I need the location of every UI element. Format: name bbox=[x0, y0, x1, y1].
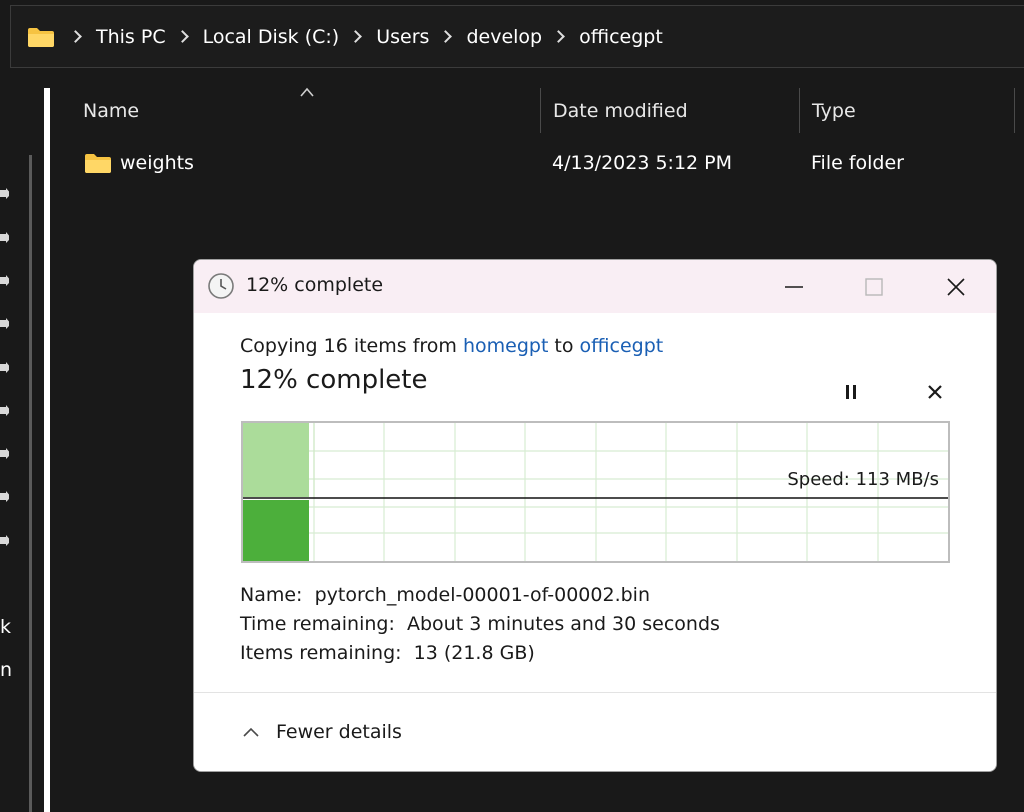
dialog-titlebar[interactable]: 12% complete bbox=[194, 260, 996, 313]
file-row[interactable]: weights 4/13/2023 5:12 PM File folder bbox=[84, 140, 1024, 186]
chevron-up-icon bbox=[243, 727, 259, 737]
nav-item-fragment[interactable]: n bbox=[0, 659, 12, 681]
progress-fill-dark bbox=[243, 500, 309, 561]
chevron-right-icon bbox=[439, 30, 453, 43]
pin-icon bbox=[0, 232, 9, 245]
copy-summary-prefix: Copying 16 items from bbox=[240, 335, 463, 357]
folder-icon bbox=[28, 27, 54, 47]
pause-icon bbox=[846, 385, 856, 399]
column-header-date-modified[interactable]: Date modified bbox=[553, 88, 798, 133]
file-type: File folder bbox=[811, 152, 904, 174]
pin-icon bbox=[0, 405, 9, 418]
chevron-right-icon bbox=[175, 30, 189, 43]
detail-name: Name: pytorch_model-00001-of-00002.bin bbox=[240, 584, 650, 606]
address-bar[interactable]: This PC Local Disk (C:) Users develop of… bbox=[10, 5, 1024, 68]
transfer-speed-graph: Speed: 113 MB/s bbox=[241, 421, 950, 563]
column-divider[interactable] bbox=[1014, 88, 1015, 133]
cancel-icon bbox=[928, 385, 942, 399]
fewer-details-label: Fewer details bbox=[276, 721, 402, 743]
progress-fill-light bbox=[243, 423, 309, 497]
pin-icon bbox=[0, 318, 9, 331]
pin-icon bbox=[0, 188, 9, 201]
breadcrumb-local-disk[interactable]: Local Disk (C:) bbox=[203, 26, 340, 48]
column-divider[interactable] bbox=[799, 88, 800, 133]
close-icon bbox=[947, 277, 965, 296]
pin-icon bbox=[0, 535, 9, 548]
pin-icon bbox=[0, 491, 9, 504]
percent-complete: 12% complete bbox=[240, 365, 428, 395]
column-header-name[interactable]: Name bbox=[83, 88, 538, 133]
folder-icon bbox=[85, 154, 111, 173]
destination-folder-link[interactable]: officegpt bbox=[580, 335, 664, 357]
dialog-footer: Fewer details bbox=[194, 692, 996, 771]
breadcrumb-users[interactable]: Users bbox=[376, 26, 429, 48]
detail-items-value: 13 (21.8 GB) bbox=[413, 642, 535, 664]
breadcrumb-develop[interactable]: develop bbox=[466, 26, 542, 48]
breadcrumb-this-pc[interactable]: This PC bbox=[96, 26, 166, 48]
maximize-icon bbox=[865, 277, 883, 296]
copy-summary: Copying 16 items from homegpt to officeg… bbox=[240, 335, 663, 357]
dialog-title: 12% complete bbox=[246, 274, 384, 296]
fewer-details-button[interactable]: Fewer details bbox=[242, 721, 402, 743]
source-folder-link[interactable]: homegpt bbox=[463, 335, 548, 357]
detail-time-label: Time remaining: bbox=[240, 613, 395, 635]
detail-items-remaining: Items remaining: 13 (21.8 GB) bbox=[240, 642, 535, 664]
chevron-right-icon bbox=[349, 30, 363, 43]
copy-progress-dialog: 12% complete Copying 16 items from homeg… bbox=[193, 259, 997, 772]
close-button[interactable] bbox=[916, 260, 996, 313]
detail-items-label: Items remaining: bbox=[240, 642, 402, 664]
speed-label: Speed: 113 MB/s bbox=[787, 469, 939, 490]
detail-name-value: pytorch_model-00001-of-00002.bin bbox=[314, 584, 650, 606]
pin-icon bbox=[0, 448, 9, 461]
clock-icon bbox=[208, 273, 234, 299]
copy-summary-to: to bbox=[548, 335, 580, 357]
minimize-icon bbox=[785, 285, 803, 288]
minimize-button[interactable] bbox=[754, 260, 834, 313]
file-date-modified: 4/13/2023 5:12 PM bbox=[552, 152, 733, 174]
detail-name-label: Name: bbox=[240, 584, 303, 606]
pause-button[interactable] bbox=[834, 375, 868, 409]
breadcrumb-officegpt[interactable]: officegpt bbox=[579, 26, 663, 48]
column-divider[interactable] bbox=[540, 88, 541, 133]
nav-scrollbar[interactable] bbox=[29, 155, 32, 812]
cancel-button[interactable] bbox=[918, 375, 952, 409]
nav-item-fragment[interactable]: k bbox=[0, 616, 11, 638]
file-name: weights bbox=[120, 152, 194, 174]
maximize-button[interactable] bbox=[834, 260, 914, 313]
pin-icon bbox=[0, 275, 9, 288]
chevron-right-icon bbox=[69, 30, 82, 43]
chevron-right-icon bbox=[552, 30, 565, 43]
graph-canvas bbox=[243, 423, 948, 561]
column-header-type[interactable]: Type bbox=[812, 88, 1012, 133]
pin-icon bbox=[0, 362, 9, 375]
detail-time-value: About 3 minutes and 30 seconds bbox=[406, 613, 720, 635]
nav-pane-edge bbox=[44, 88, 50, 812]
detail-time-remaining: Time remaining: About 3 minutes and 30 s… bbox=[240, 613, 720, 635]
